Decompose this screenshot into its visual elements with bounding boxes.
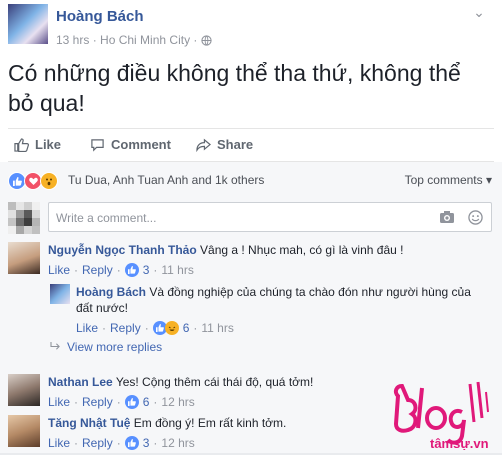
globe-icon (201, 35, 212, 49)
reply-body: Hoàng Bách Và đồng nghiệp của chúng ta c… (76, 284, 486, 336)
svg-text:tâmsự.vn: tâmsự.vn (430, 436, 489, 450)
comment-text: Yes! Cộng thêm cái thái độ, quá tởm! (115, 375, 314, 389)
reply-meta: Like · Reply · 6 · 11 hrs (76, 320, 486, 336)
meta-dot: · (193, 321, 198, 335)
comment-like-link[interactable]: Like (48, 394, 70, 410)
comment-reply-link[interactable]: Reply (82, 262, 113, 278)
post-card: Hoàng Bách 13 hrs · Ho Chi Minh City · ⌄… (0, 0, 502, 453)
comment-body: Nguyễn Ngọc Thanh Thảo Vâng a ! Nhục mah… (48, 242, 494, 278)
reply-arrow-icon (50, 340, 61, 354)
reactions-row: Tu Dua, Anh Tuan Anh and 1k others Top c… (8, 172, 494, 190)
meta-dot: · (116, 263, 121, 277)
meta-dot: · (116, 395, 121, 409)
post-header: Hoàng Bách 13 hrs · Ho Chi Minh City · ⌄ (8, 4, 488, 52)
divider (8, 161, 494, 162)
comment-text: Vâng a ! Nhục mah, có gì là vinh đâu ! (200, 243, 404, 257)
comment-reply-link[interactable]: Reply (82, 435, 113, 451)
comment-like-count[interactable]: 6 (143, 394, 150, 410)
comment-input[interactable]: Write a comment... (48, 202, 492, 232)
share-button[interactable]: Share (196, 137, 253, 152)
reply-avatar[interactable] (50, 284, 70, 304)
post-meta: 13 hrs · Ho Chi Minh City · (56, 33, 212, 49)
like-badge-icon (124, 263, 139, 277)
reply-like-count[interactable]: 6 (183, 320, 190, 336)
emoji-icon[interactable] (468, 210, 483, 230)
comment-like-link[interactable]: Like (48, 435, 70, 451)
haha-badge-icon (164, 321, 179, 335)
comment-like-count[interactable]: 3 (143, 262, 150, 278)
share-arrow-icon (196, 138, 211, 152)
blog-watermark-logo: tâmsự.vn (392, 378, 498, 451)
meta-dot: · (74, 263, 79, 277)
commenter-name[interactable]: Nguyễn Ngọc Thanh Thảo (48, 243, 197, 257)
comment-time[interactable]: 12 hrs (161, 394, 194, 410)
post-time[interactable]: 13 hrs (56, 33, 89, 47)
meta-dot: · (153, 263, 158, 277)
write-comment-row: Write a comment... (8, 202, 494, 234)
commenter-avatar[interactable] (8, 374, 40, 406)
meta-separator: · (92, 33, 101, 47)
meta-dot: · (74, 436, 79, 450)
reply-time[interactable]: 11 hrs (201, 320, 233, 336)
commenter-name[interactable]: Tăng Nhật Tuệ (48, 416, 130, 430)
current-user-avatar (8, 202, 40, 234)
commenter-avatar[interactable] (8, 242, 40, 274)
comment-time[interactable]: 12 hrs (161, 435, 194, 451)
post-text: Có những điều không thể tha thứ, không t… (8, 60, 461, 116)
speech-bubble-icon (90, 138, 105, 152)
like-button[interactable]: Like (14, 137, 61, 152)
sort-label: Top comments (404, 173, 483, 187)
comment-label: Comment (111, 137, 171, 152)
meta-dot: · (102, 321, 107, 335)
wow-reaction-icon (40, 172, 58, 190)
meta-dot: · (116, 436, 121, 450)
meta-dot: · (144, 321, 149, 335)
view-more-label: View more replies (67, 340, 163, 354)
top-comments-dropdown[interactable]: Top comments ▾ (405, 173, 492, 187)
comment-placeholder: Write a comment... (56, 211, 157, 225)
comment-meta: Like · Reply · 3 · 11 hrs (48, 262, 494, 278)
post-actions: Like Comment Share (8, 133, 494, 157)
like-label: Like (35, 137, 62, 152)
camera-icon[interactable] (439, 210, 455, 229)
divider (8, 128, 494, 129)
author-avatar[interactable] (8, 4, 48, 44)
reply-reply-link[interactable]: Reply (110, 320, 141, 336)
comment-like-link[interactable]: Like (48, 262, 70, 278)
reply-author-name[interactable]: Hoàng Bách (76, 285, 146, 299)
meta-dot: · (74, 395, 79, 409)
comment-like-count[interactable]: 3 (143, 435, 150, 451)
caret-down-icon: ▾ (485, 173, 492, 187)
commenter-name[interactable]: Nathan Lee (48, 375, 113, 389)
meta-dot: · (153, 395, 158, 409)
post-author-name[interactable]: Hoàng Bách (56, 8, 144, 25)
comment-button[interactable]: Comment (90, 137, 171, 152)
share-label: Share (217, 137, 254, 152)
view-more-replies[interactable]: View more replies (50, 340, 162, 354)
post-location[interactable]: Ho Chi Minh City (100, 33, 190, 47)
reaction-names[interactable]: Tu Dua, Anh Tuan Anh and 1k others (68, 173, 264, 187)
thumbs-up-icon (14, 137, 29, 152)
commenter-avatar[interactable] (8, 415, 40, 447)
reaction-icons[interactable] (8, 172, 58, 190)
chevron-down-icon[interactable]: ⌄ (470, 4, 488, 22)
meta-dot: · (153, 436, 158, 450)
like-badge-icon (124, 395, 139, 409)
reply-item: Hoàng Bách Và đồng nghiệp của chúng ta c… (50, 284, 486, 335)
comment-reply-link[interactable]: Reply (82, 394, 113, 410)
like-badge-icon (124, 436, 139, 450)
comment-text: Em đồng ý! Em rất kinh tởm. (133, 416, 287, 430)
comment-time[interactable]: 11 hrs (161, 262, 193, 278)
meta-separator: · (193, 33, 201, 47)
reply-like-link[interactable]: Like (76, 320, 98, 336)
